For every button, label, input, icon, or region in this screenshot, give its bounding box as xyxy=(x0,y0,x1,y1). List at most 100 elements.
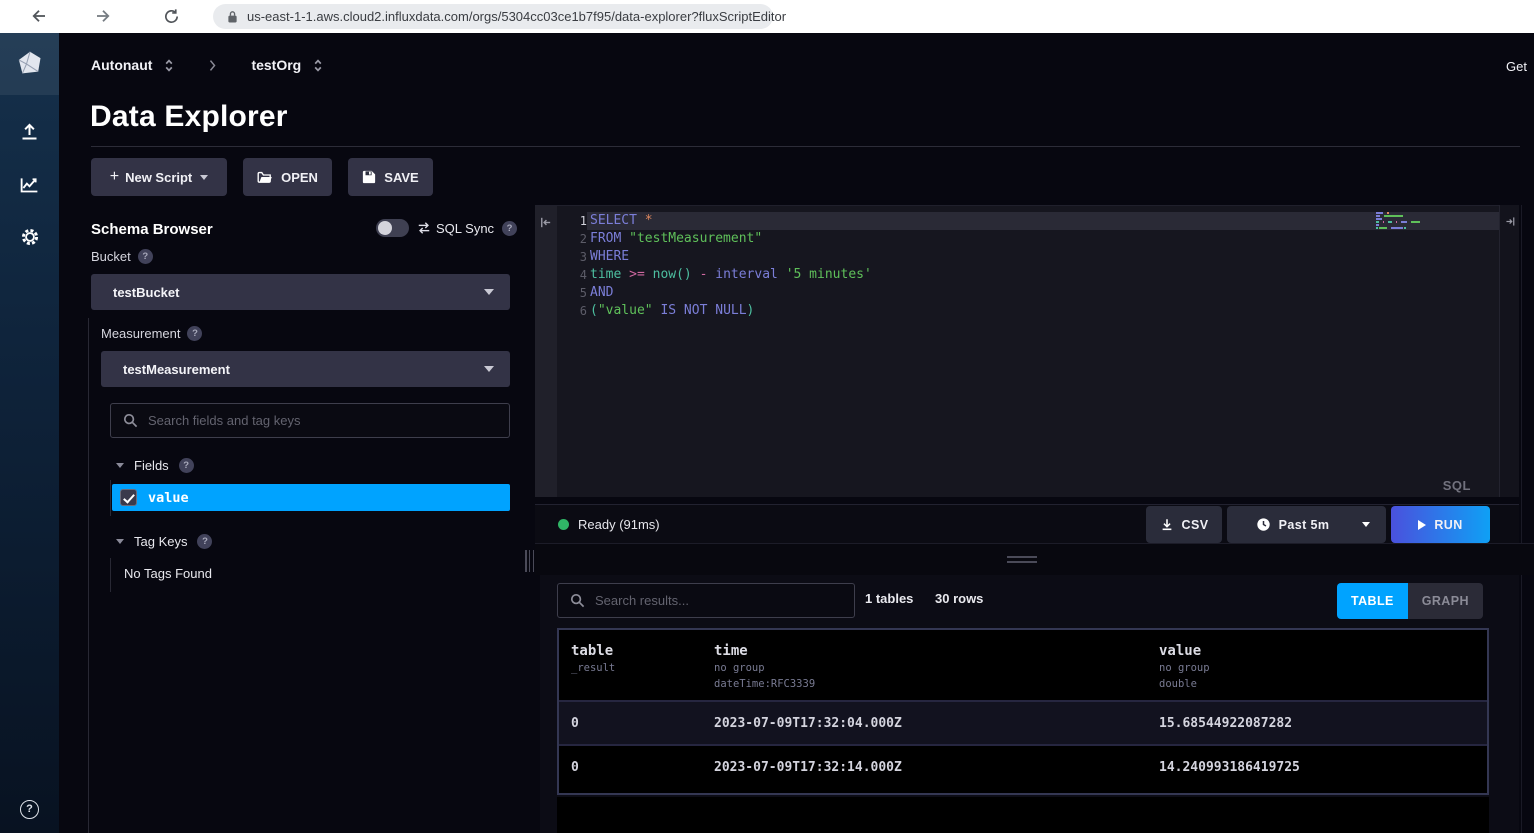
settings-gear-icon[interactable] xyxy=(0,215,59,259)
table-cell: 2023-07-09T17:32:14.000Z xyxy=(714,760,1159,775)
status-dot xyxy=(558,519,569,530)
tag-keys-section-header[interactable]: Tag Keys ? xyxy=(116,534,212,549)
query-status-bar: Ready (91ms) CSV Past 5m RUN xyxy=(535,504,1519,543)
field-checkbox[interactable] xyxy=(120,489,137,506)
clock-icon xyxy=(1256,517,1271,532)
help-icon[interactable]: ? xyxy=(0,787,59,831)
chevron-down-icon xyxy=(200,175,208,180)
rows-count: 30 rows xyxy=(935,591,983,606)
plus-icon: + xyxy=(110,168,119,186)
collapse-caret-icon[interactable] xyxy=(116,463,124,468)
field-item[interactable]: value xyxy=(112,484,510,511)
scroll-gutter xyxy=(1521,205,1522,833)
code-line[interactable]: SELECT * xyxy=(587,212,1499,230)
no-tags-text: No Tags Found xyxy=(124,566,212,581)
fields-section-header[interactable]: Fields ? xyxy=(116,458,194,473)
results-search-input[interactable] xyxy=(595,593,842,608)
search-icon xyxy=(570,593,585,608)
collapse-left-icon[interactable] xyxy=(538,215,553,230)
line-number: 2 xyxy=(557,230,587,248)
measurement-help-icon[interactable]: ? xyxy=(187,326,202,341)
measurement-label: Measurement ? xyxy=(101,326,202,341)
csv-download-button[interactable]: CSV xyxy=(1146,506,1222,543)
search-icon xyxy=(123,413,138,428)
bucket-dropdown[interactable]: testBucket xyxy=(91,274,510,310)
fields-help-icon[interactable]: ? xyxy=(179,458,194,473)
editor-minimap[interactable] xyxy=(1376,211,1420,229)
code-line[interactable]: AND xyxy=(587,284,1499,302)
browser-forward-icon[interactable] xyxy=(92,5,114,27)
app-screen: us-east-1-1.aws.cloud2.influxdata.com/or… xyxy=(0,0,1534,833)
sql-sync-help-icon[interactable]: ? xyxy=(502,221,517,236)
org-name[interactable]: Autonaut xyxy=(91,57,152,73)
sql-editor[interactable]: 123456 SELECT *FROM "testMeasurement"WHE… xyxy=(535,205,1499,497)
org-switcher-icon[interactable] xyxy=(164,58,174,73)
sql-sync-label: SQL Sync xyxy=(417,221,494,236)
measurement-dropdown[interactable]: testMeasurement xyxy=(101,351,510,387)
workspace-name[interactable]: testOrg xyxy=(251,57,301,73)
folder-icon xyxy=(257,170,273,184)
chevron-down-icon xyxy=(484,366,494,372)
schema-search-input[interactable] xyxy=(148,413,497,428)
tree-guide xyxy=(110,558,111,592)
results-table-body: 02023-07-09T17:32:04.000Z15.685449220872… xyxy=(559,700,1487,788)
page-title: Data Explorer xyxy=(90,100,288,134)
load-data-icon[interactable] xyxy=(0,109,59,153)
run-query-button[interactable]: RUN xyxy=(1391,506,1490,543)
tag-keys-help-icon[interactable]: ? xyxy=(197,534,212,549)
table-overflow-area xyxy=(557,797,1489,833)
chevron-down-icon xyxy=(484,289,494,295)
new-script-button[interactable]: + New Script xyxy=(91,158,227,196)
code-line[interactable]: FROM "testMeasurement" xyxy=(587,230,1499,248)
results-table: table_resulttimeno groupdateTime:RFC3339… xyxy=(557,628,1489,795)
code-line[interactable]: WHERE xyxy=(587,248,1499,266)
title-divider xyxy=(91,146,1520,147)
open-script-button[interactable]: OPEN xyxy=(243,158,332,196)
tab-table[interactable]: TABLE xyxy=(1337,583,1408,619)
collapse-caret-icon[interactable] xyxy=(116,539,124,544)
sync-arrows-icon xyxy=(417,221,431,235)
workspace-switcher-icon[interactable] xyxy=(313,58,323,73)
line-number: 1 xyxy=(557,212,587,230)
results-search[interactable] xyxy=(557,583,855,618)
tab-graph[interactable]: GRAPH xyxy=(1408,583,1483,619)
table-cell: 2023-07-09T17:32:04.000Z xyxy=(714,716,1159,731)
line-number: 5 xyxy=(557,284,587,302)
time-range-dropdown[interactable]: Past 5m xyxy=(1227,506,1386,543)
tree-guide xyxy=(88,318,89,833)
editor-gutter xyxy=(535,206,557,497)
table-cell: 15.68544922087282 xyxy=(1159,716,1487,731)
bucket-label: Bucket ? xyxy=(91,249,153,264)
collapse-right-icon[interactable] xyxy=(1504,215,1517,228)
schema-browser-title: Schema Browser xyxy=(91,221,213,238)
breadcrumb: Autonaut testOrg xyxy=(91,57,323,73)
lock-icon xyxy=(227,10,238,24)
browser-back-icon[interactable] xyxy=(28,5,50,27)
code-lines[interactable]: SELECT *FROM "testMeasurement"WHEREtime … xyxy=(587,212,1499,320)
line-numbers: 123456 xyxy=(557,212,587,320)
get-credit-link[interactable]: Get xyxy=(1506,59,1527,74)
url-bar[interactable]: us-east-1-1.aws.cloud2.influxdata.com/or… xyxy=(213,4,773,29)
browser-chrome: us-east-1-1.aws.cloud2.influxdata.com/or… xyxy=(0,0,1534,33)
nav-sidebar: ? xyxy=(0,33,59,833)
vertical-splitter-handle[interactable] xyxy=(525,550,534,572)
sql-sync-toggle[interactable] xyxy=(376,219,409,237)
breadcrumb-chevron-icon xyxy=(208,59,217,72)
data-explorer-icon[interactable] xyxy=(0,162,59,206)
bucket-help-icon[interactable]: ? xyxy=(138,249,153,264)
chevron-down-icon xyxy=(1362,522,1370,527)
url-text: us-east-1-1.aws.cloud2.influxdata.com/or… xyxy=(247,9,786,24)
table-row[interactable]: 02023-07-09T17:32:04.000Z15.685449220872… xyxy=(559,700,1487,744)
code-line[interactable]: time >= now() - interval '5 minutes' xyxy=(587,266,1499,284)
status-text: Ready (91ms) xyxy=(578,517,660,532)
horizontal-splitter-handle[interactable] xyxy=(1007,556,1037,566)
schema-search[interactable] xyxy=(110,403,510,438)
browser-reload-icon[interactable] xyxy=(160,5,182,27)
save-script-button[interactable]: SAVE xyxy=(348,158,433,196)
influxdb-logo[interactable] xyxy=(0,33,59,95)
line-number: 6 xyxy=(557,302,587,320)
results-panel: 1 tables 30 rows TABLEGRAPH table_result… xyxy=(540,575,1519,833)
code-line[interactable]: ("value" IS NOT NULL) xyxy=(587,302,1499,320)
table-row[interactable]: 02023-07-09T17:32:14.000Z14.240993186419… xyxy=(559,744,1487,788)
view-toggle: TABLEGRAPH xyxy=(1337,583,1483,619)
